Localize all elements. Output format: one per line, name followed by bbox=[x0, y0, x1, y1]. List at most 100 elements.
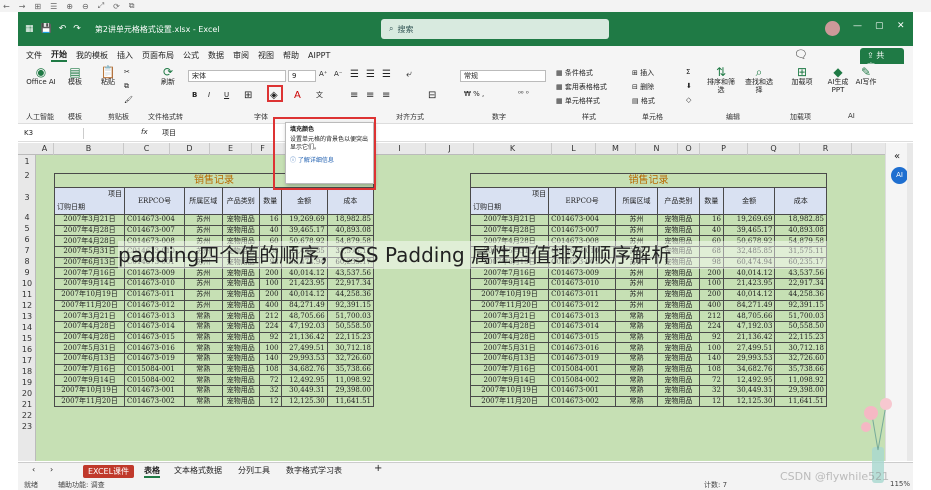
header-qty[interactable]: 数量 bbox=[259, 187, 282, 215]
align-center-icon[interactable]: ≡ bbox=[366, 90, 374, 101]
table-cell[interactable]: 140 bbox=[259, 352, 282, 365]
table-cell[interactable]: 宠物用品 bbox=[656, 331, 700, 344]
table-cell[interactable]: 51,700.03 bbox=[774, 310, 827, 322]
column-header[interactable]: J bbox=[426, 143, 474, 155]
table-cell[interactable]: 宠物用品 bbox=[656, 278, 700, 290]
table-cell[interactable]: 16 bbox=[698, 214, 724, 226]
table-cell[interactable]: 宠物用品 bbox=[656, 310, 700, 322]
add-sheet-button[interactable]: + bbox=[374, 463, 382, 474]
table-cell[interactable]: 2007年11月20日 bbox=[469, 299, 550, 312]
row-header[interactable]: 20 bbox=[18, 389, 36, 398]
table-cell[interactable]: 92 bbox=[698, 331, 724, 344]
table-cell[interactable]: 苏州 bbox=[615, 299, 658, 312]
grid-icon[interactable]: ⊞ bbox=[34, 2, 41, 11]
table-cell[interactable]: 39,465.17 bbox=[280, 224, 328, 237]
list-icon[interactable]: ☰ bbox=[50, 2, 57, 11]
table-cell[interactable]: C014673-019 bbox=[548, 352, 617, 365]
column-header[interactable]: M bbox=[596, 143, 636, 155]
table-cell[interactable]: C014673-016 bbox=[124, 342, 186, 354]
table-cell[interactable]: C015084-001 bbox=[124, 363, 186, 376]
table-cell[interactable]: 39,465.17 bbox=[722, 224, 776, 237]
table-cell[interactable]: 22,917.34 bbox=[774, 278, 827, 290]
clear-icon[interactable]: ◇ bbox=[686, 96, 691, 104]
menu-file[interactable]: 文件 bbox=[26, 50, 42, 61]
menu-review[interactable]: 审阅 bbox=[233, 50, 249, 61]
table-cell[interactable]: 21,423.95 bbox=[280, 278, 328, 290]
font-color-icon[interactable]: A bbox=[294, 90, 301, 101]
redo-icon[interactable]: ↷ bbox=[73, 24, 81, 34]
align-middle-icon[interactable]: ☰ bbox=[366, 69, 375, 80]
table-cell[interactable]: 宠物用品 bbox=[656, 288, 700, 301]
row-header[interactable]: 5 bbox=[18, 224, 36, 233]
table-cell[interactable]: 苏州 bbox=[615, 214, 658, 226]
table-cell[interactable]: 宠物用品 bbox=[221, 224, 261, 237]
table-cell[interactable]: 22,115.23 bbox=[774, 331, 827, 344]
fill-icon[interactable]: ⬇ bbox=[686, 82, 692, 90]
table-cell[interactable]: C014673-002 bbox=[548, 395, 617, 408]
table-cell[interactable]: C015084-002 bbox=[548, 374, 617, 386]
find-select-button[interactable]: ⌕ 查找和选择 bbox=[742, 66, 776, 94]
table-format-button[interactable]: ▦ 套用表格格式 bbox=[556, 82, 607, 92]
table-cell[interactable]: 21,136.42 bbox=[722, 331, 776, 344]
table-cell[interactable]: 常熟 bbox=[184, 385, 223, 397]
rotate-icon[interactable]: ⟳ bbox=[113, 2, 120, 11]
table-cell[interactable]: 40,014.12 bbox=[722, 288, 776, 301]
row-header[interactable]: 18 bbox=[18, 367, 36, 376]
table-cell[interactable]: 宠物用品 bbox=[656, 267, 700, 280]
menu-data[interactable]: 数据 bbox=[208, 50, 224, 61]
table-cell[interactable]: C014673-019 bbox=[124, 352, 186, 365]
table-cell[interactable]: C014673-009 bbox=[124, 267, 186, 280]
row-header[interactable]: 23 bbox=[18, 422, 36, 431]
header-region[interactable]: 所属区域 bbox=[615, 187, 658, 215]
table-cell[interactable]: C014673-004 bbox=[548, 214, 617, 226]
table-cell[interactable]: 常熟 bbox=[615, 331, 658, 344]
table-cell[interactable]: 35,738.66 bbox=[326, 363, 375, 376]
table-cell[interactable]: 宠物用品 bbox=[656, 320, 700, 333]
table-cell[interactable]: 100 bbox=[698, 278, 724, 290]
table-cell[interactable]: 200 bbox=[698, 288, 724, 301]
table-cell[interactable]: 常熟 bbox=[615, 395, 658, 408]
table-cell[interactable]: 宠物用品 bbox=[221, 395, 261, 408]
table-cell[interactable]: 宠物用品 bbox=[656, 352, 700, 365]
table-cell[interactable]: 2007年10月19日 bbox=[469, 288, 550, 301]
status-accessibility[interactable]: 辅助功能: 调查 bbox=[58, 480, 105, 490]
table-cell[interactable]: 2007年4月28日 bbox=[53, 331, 126, 344]
table-cell[interactable]: 40,014.12 bbox=[280, 267, 328, 280]
conditional-format-button[interactable]: ▦ 条件格式 bbox=[556, 68, 593, 78]
decimal-icon[interactable]: ⁰⁰ ⁰ bbox=[518, 90, 529, 98]
table-cell[interactable]: 苏州 bbox=[184, 299, 223, 312]
zoom-in-icon[interactable]: ⊕ bbox=[66, 2, 73, 11]
table-cell[interactable]: C014673-001 bbox=[124, 385, 186, 397]
table-cell[interactable]: 200 bbox=[259, 267, 282, 280]
table-cell[interactable]: 2007年5月31日 bbox=[53, 342, 126, 354]
align-left-icon[interactable]: ≡ bbox=[350, 90, 358, 101]
learn-more-link[interactable]: ⓘ 了解详细信息 bbox=[290, 157, 369, 165]
table-cell[interactable]: 108 bbox=[698, 363, 724, 376]
header-cost[interactable]: 成本 bbox=[774, 187, 827, 215]
table-cell[interactable]: 40 bbox=[698, 224, 724, 237]
header-amount[interactable]: 金额 bbox=[280, 187, 328, 215]
column-header[interactable]: F bbox=[252, 143, 274, 155]
sheet-tab-text[interactable]: 文本格式数据 bbox=[174, 465, 222, 476]
table-cell[interactable]: 2007年4月28日 bbox=[469, 224, 550, 237]
row-header[interactable]: 16 bbox=[18, 345, 36, 354]
collapse-icon[interactable]: « bbox=[894, 151, 900, 162]
format-button[interactable]: ▤ 格式 bbox=[632, 96, 655, 106]
table-cell[interactable]: 11,641.51 bbox=[326, 395, 375, 408]
table-title[interactable]: 销售记录 bbox=[470, 173, 827, 188]
table-cell[interactable]: 宠物用品 bbox=[656, 395, 700, 408]
table-cell[interactable]: 108 bbox=[259, 363, 282, 376]
fx-icon[interactable]: fx bbox=[141, 128, 148, 136]
table-cell[interactable]: 72 bbox=[259, 374, 282, 386]
column-header[interactable]: K bbox=[474, 143, 552, 155]
grow-font-icon[interactable]: A⁺ bbox=[319, 70, 327, 78]
wrap-text-icon[interactable]: ⤶ bbox=[406, 69, 412, 80]
table-cell[interactable]: 2007年10月19日 bbox=[53, 385, 126, 397]
row-header[interactable]: 7 bbox=[18, 246, 36, 255]
table-cell[interactable]: 2007年9月14日 bbox=[469, 278, 550, 290]
addins-button[interactable]: ⊞ 加载项 bbox=[788, 66, 816, 86]
table-cell[interactable]: 宠物用品 bbox=[656, 214, 700, 226]
table-cell[interactable]: 2007年6月13日 bbox=[53, 352, 126, 365]
table-cell[interactable]: C014673-016 bbox=[548, 342, 617, 354]
table-cell[interactable]: 29,398.00 bbox=[326, 385, 375, 397]
